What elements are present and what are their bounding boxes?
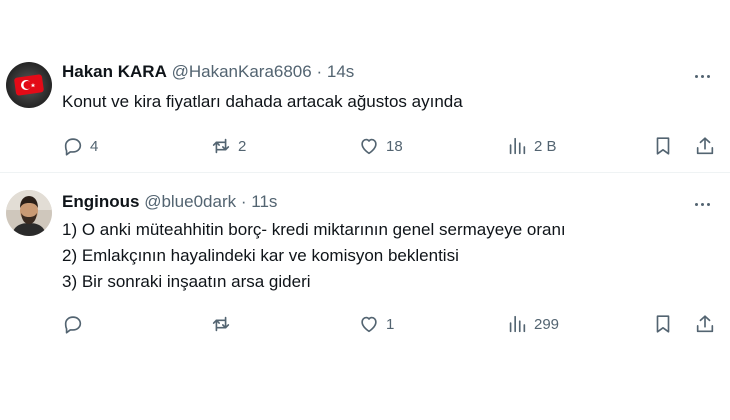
share-icon <box>696 315 714 333</box>
reply-count: 4 <box>90 137 99 155</box>
tweet-2[interactable]: Enginous @blue0dark · 11s 1) O anki müte… <box>0 172 730 372</box>
heart-icon <box>361 138 377 155</box>
retweet-icon <box>212 316 230 332</box>
separator: · <box>316 62 323 81</box>
timestamp[interactable]: 14s <box>327 62 354 81</box>
share-button[interactable] <box>694 310 716 338</box>
views-button[interactable]: 2 B <box>506 132 557 160</box>
avatar[interactable] <box>6 62 52 108</box>
like-count: 1 <box>386 315 395 333</box>
timestamp[interactable]: 11s <box>251 192 277 211</box>
retweet-button[interactable] <box>210 310 238 338</box>
share-button[interactable] <box>694 132 716 160</box>
more-options-icon[interactable] <box>692 194 712 214</box>
views-chart-icon <box>509 137 526 155</box>
bookmark-button[interactable] <box>652 132 674 160</box>
tweet-actions: 4 2 18 2 B <box>62 132 716 160</box>
like-count: 18 <box>386 137 403 155</box>
like-button[interactable]: 18 <box>358 132 403 160</box>
separator: · <box>240 192 247 211</box>
reply-icon <box>64 316 82 334</box>
like-button[interactable]: 1 <box>358 310 394 338</box>
avatar[interactable] <box>6 190 52 236</box>
share-icon <box>696 137 714 155</box>
bookmark-icon <box>656 315 670 333</box>
tweet-text-line: 2) Emlakçının hayalindeki kar ve komisyo… <box>62 246 459 265</box>
reply-button[interactable] <box>62 310 90 338</box>
tweet-text: Konut ve kira fiyatları dahada artacak a… <box>62 89 463 115</box>
retweet-button[interactable]: 2 <box>210 132 246 160</box>
tweet-header: Enginous @blue0dark · 11s <box>62 192 277 212</box>
turkish-flag-avatar-icon <box>6 62 52 108</box>
display-name[interactable]: Hakan KARA <box>62 62 167 81</box>
tweet-1[interactable]: Hakan KARA @HakanKara6806 · 14s Konut ve… <box>0 0 730 172</box>
user-handle[interactable]: @HakanKara6806 <box>172 62 312 81</box>
display-name[interactable]: Enginous <box>62 192 139 211</box>
bookmark-button[interactable] <box>652 310 674 338</box>
bookmark-icon <box>656 137 670 155</box>
reply-icon <box>64 138 82 156</box>
tweet-text: 1) O anki müteahhitin borç- kredi miktar… <box>62 217 566 295</box>
views-chart-icon <box>509 315 526 333</box>
heart-icon <box>361 316 377 333</box>
user-handle[interactable]: @blue0dark <box>144 192 236 211</box>
tweet-text-line: 1) O anki müteahhitin borç- kredi miktar… <box>62 220 566 239</box>
retweet-count: 2 <box>238 137 247 155</box>
reply-button[interactable]: 4 <box>62 132 98 160</box>
views-count: 2 B <box>534 137 557 155</box>
tweet-header: Hakan KARA @HakanKara6806 · 14s <box>62 62 354 82</box>
retweet-icon <box>212 138 230 154</box>
bearded-man-avatar-icon <box>6 190 52 236</box>
tweet-text-line: Konut ve kira fiyatları dahada artacak a… <box>62 92 463 111</box>
views-count: 299 <box>534 315 560 333</box>
tweet-actions: 1 299 <box>62 310 716 338</box>
more-options-icon[interactable] <box>692 66 712 86</box>
views-button[interactable]: 299 <box>506 310 559 338</box>
tweet-text-line: 3) Bir sonraki inşaatın arsa gideri <box>62 272 311 291</box>
